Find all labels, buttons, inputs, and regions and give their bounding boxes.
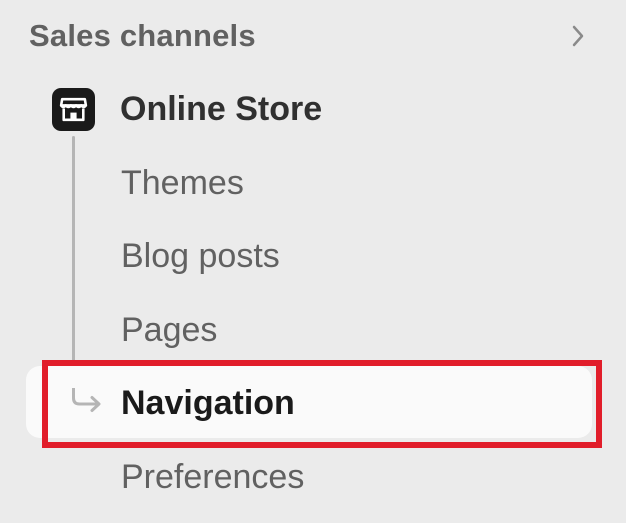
sidebar-item-themes[interactable]: Themes	[121, 160, 244, 206]
sidebar-item-preferences[interactable]: Preferences	[121, 454, 304, 500]
sidebar-item-online-store[interactable]: Online Store	[52, 86, 322, 132]
sales-channels-title: Sales channels	[29, 18, 256, 53]
sidebar-item-pages[interactable]: Pages	[121, 307, 217, 353]
sales-channels-header[interactable]: Sales channels	[29, 14, 589, 58]
online-store-label: Online Store	[120, 89, 323, 128]
arrow-branch-icon	[66, 386, 106, 420]
sidebar-item-navigation[interactable]	[26, 366, 592, 438]
store-icon	[52, 87, 95, 131]
sidebar-item-blog-posts[interactable]: Blog posts	[121, 233, 280, 279]
tree-connector-line	[72, 136, 75, 398]
sidebar-item-navigation-label: Navigation	[121, 383, 295, 422]
chevron-right-icon[interactable]	[567, 21, 589, 51]
